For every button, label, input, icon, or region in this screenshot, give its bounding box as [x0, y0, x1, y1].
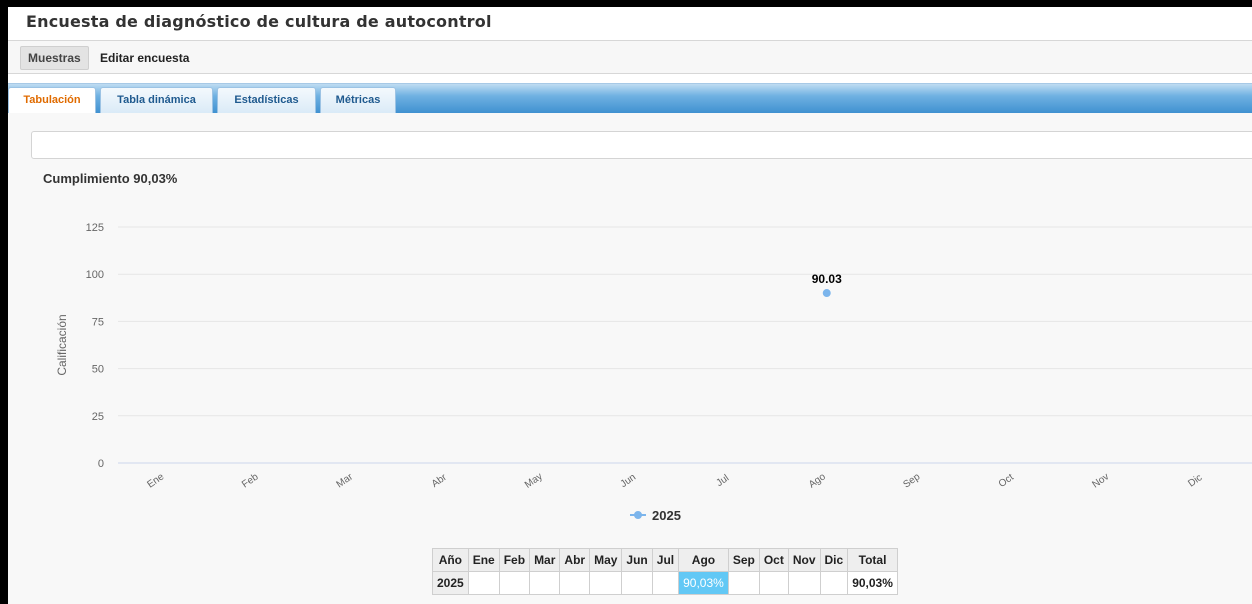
table-header-cell: Feb — [498, 548, 531, 572]
legend[interactable]: 2025 — [630, 508, 681, 523]
menu-bar: Muestras Editar encuesta — [8, 41, 1252, 74]
x-tick-label: Ago — [807, 471, 828, 490]
table-total-cell: 90,03% — [847, 571, 898, 595]
tab-bar: Tabulación Tabla dinámica Estadísticas M… — [8, 83, 1252, 114]
table-header-cell: May — [589, 548, 623, 572]
tab-metricas[interactable]: Métricas — [320, 87, 396, 114]
app-window: Encuesta de diagnóstico de cultura de au… — [8, 7, 1252, 604]
x-tick-label: Dic — [1186, 472, 1204, 489]
x-tick-label: Abr — [430, 472, 450, 490]
table-header-cell: Total — [847, 548, 898, 572]
edit-survey-link[interactable]: Editar encuesta — [100, 47, 189, 69]
tab-tabla-dinamica[interactable]: Tabla dinámica — [100, 87, 213, 114]
y-tick-label: 125 — [86, 222, 104, 234]
summary-table: Año Ene Feb Mar Abr May Jun Jul Ago Sep Oct Nov Dic T… — [432, 548, 898, 595]
table-header-cell: Ene — [467, 548, 500, 572]
series-points: 90.03 — [812, 272, 842, 298]
table-cell — [758, 571, 789, 595]
y-tick-label: 100 — [86, 269, 104, 281]
table-row: 2025 90,03% 90,03% — [432, 571, 898, 595]
table-cell — [819, 571, 849, 595]
table-header-cell: Nov — [787, 548, 821, 572]
data-label: 90.03 — [812, 272, 842, 286]
tab-tabulacion[interactable]: Tabulación — [8, 87, 96, 114]
table-header-cell: Año — [432, 548, 469, 572]
x-axis-ticks: Ene Feb Mar Abr May Jun Jul Ago Sep Oct Nov Dic — [145, 471, 1204, 491]
table-header-row: Año Ene Feb Mar Abr May Jun Jul Ago Sep Oct Nov Dic T… — [432, 548, 898, 572]
x-tick-label: Ene — [145, 471, 166, 490]
table-cell — [727, 571, 760, 595]
x-tick-label: Sep — [901, 471, 922, 490]
table-cell — [787, 571, 821, 595]
y-tick-label: 75 — [92, 316, 104, 328]
table-cell — [529, 571, 561, 595]
table-body: 2025 90,03% 90,03% — [432, 571, 898, 595]
y-tick-label: 50 — [92, 364, 104, 376]
title-bar: Encuesta de diagnóstico de cultura de au… — [8, 7, 1252, 41]
table-cell — [651, 571, 680, 595]
table-header-cell: Abr — [559, 548, 591, 572]
table-cell: 90,03% — [678, 571, 729, 595]
y-axis-ticks: 0 25 50 75 100 125 — [86, 222, 104, 470]
table-header-cell: Oct — [758, 548, 789, 572]
tab-content: Cumplimiento 90,03% 0 25 50 75 100 125 Califi… — [8, 113, 1252, 604]
table-header-cell: Jul — [651, 548, 680, 572]
x-tick-label: Nov — [1090, 471, 1111, 490]
x-tick-label: Mar — [335, 471, 356, 490]
table-cell — [467, 571, 500, 595]
table-header-cell: Mar — [529, 548, 561, 572]
table-cell — [498, 571, 531, 595]
y-tick-label: 25 — [92, 411, 104, 423]
chart: 0 25 50 75 100 125 Calificación Ene Feb Mar Abr M… — [55, 222, 1252, 523]
x-tick-label: Oct — [997, 472, 1016, 490]
data-point[interactable] — [822, 289, 831, 298]
table-cell — [559, 571, 591, 595]
x-tick-label: Jun — [619, 472, 639, 490]
legend-marker — [634, 511, 642, 519]
table-header-cell: Sep — [727, 548, 760, 572]
y-axis-label: Calificación — [55, 314, 69, 375]
table-header-cell: Dic — [819, 548, 849, 572]
x-tick-label: May — [523, 471, 545, 491]
table-cell — [621, 571, 653, 595]
table-year-cell: 2025 — [432, 571, 469, 595]
x-tick-label: Jul — [714, 473, 731, 489]
chart-grid — [118, 226, 1252, 464]
x-tick-label: Feb — [240, 471, 261, 490]
tab-estadisticas[interactable]: Estadísticas — [217, 87, 316, 114]
y-tick-label: 0 — [98, 458, 104, 470]
page-title: Encuesta de diagnóstico de cultura de au… — [26, 12, 492, 31]
table-header-cell: Ago — [678, 548, 729, 572]
legend-item-label[interactable]: 2025 — [652, 508, 681, 523]
samples-button[interactable]: Muestras — [20, 46, 89, 70]
table-header-cell: Jun — [621, 548, 653, 572]
table-cell — [589, 571, 623, 595]
